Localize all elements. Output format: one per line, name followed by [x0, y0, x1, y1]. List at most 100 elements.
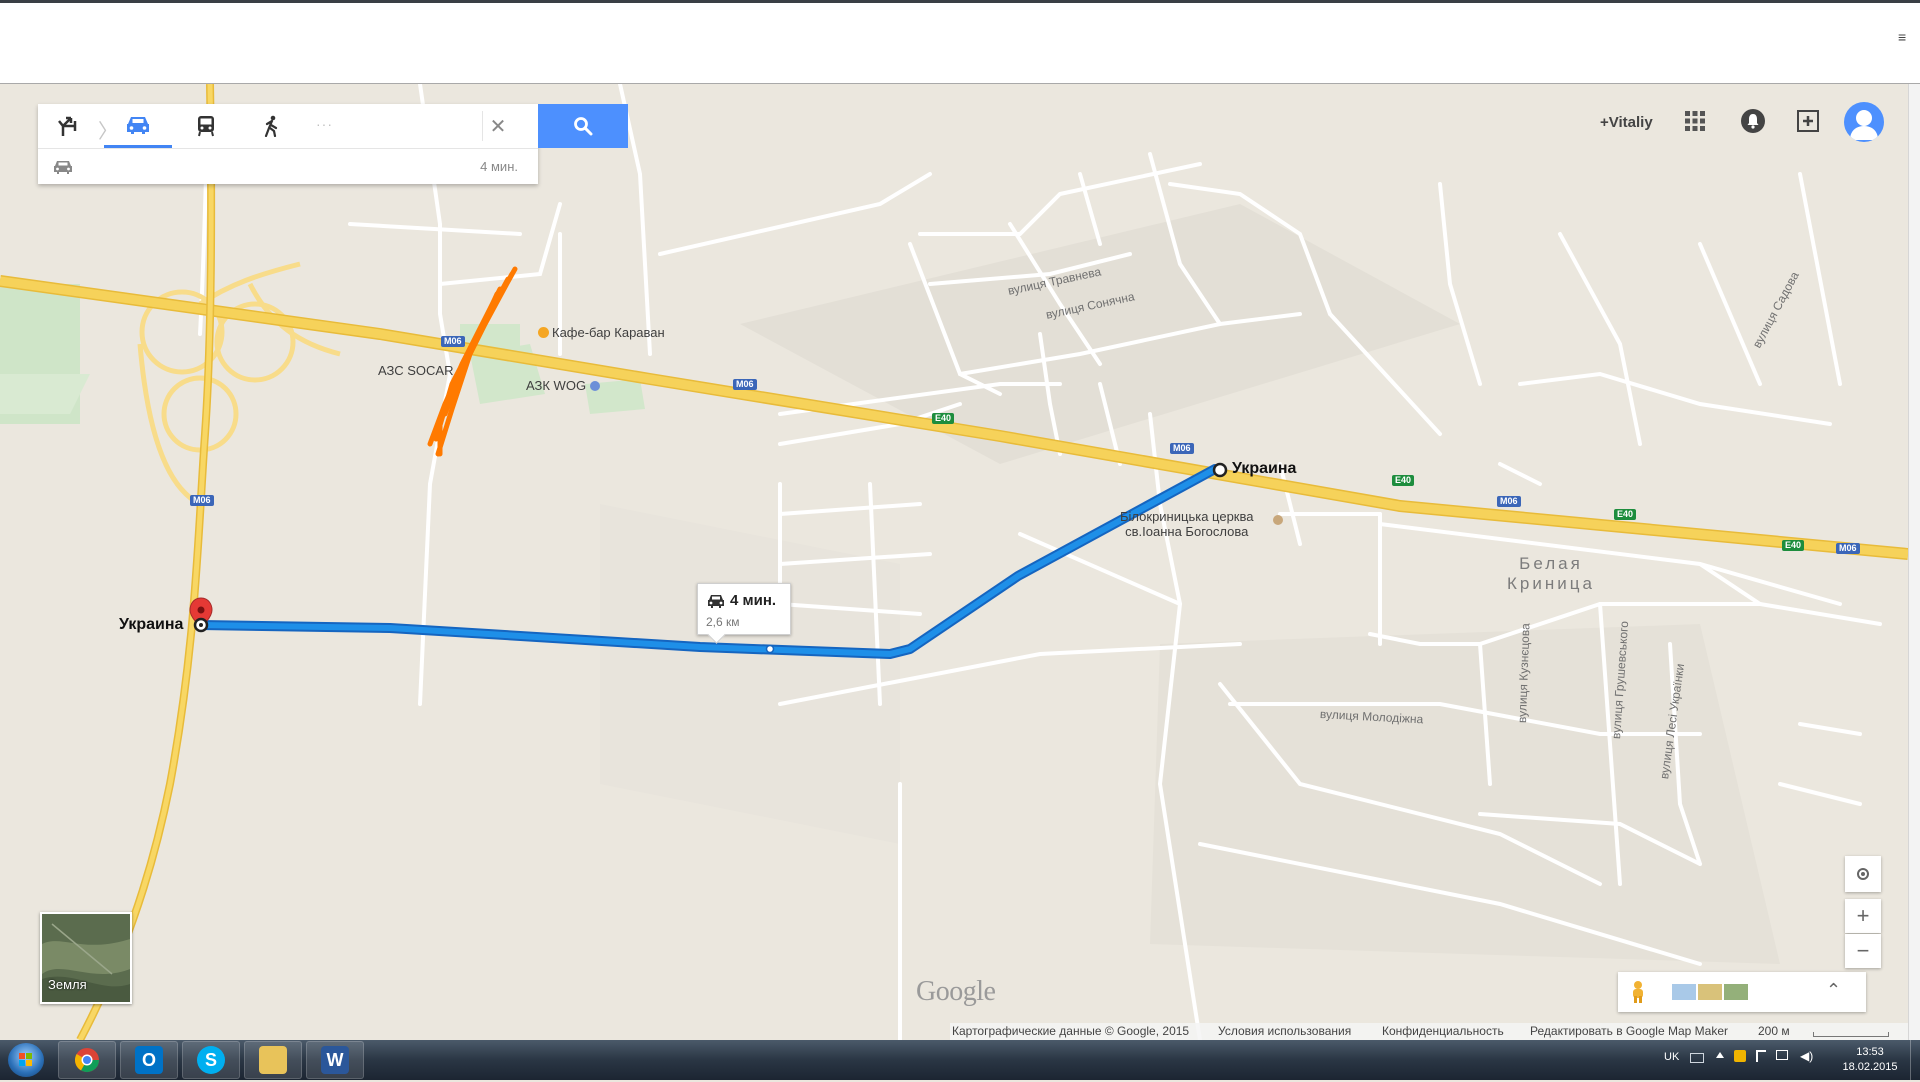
share-add-icon[interactable] [1796, 109, 1820, 133]
system-clock[interactable]: 13:53 18.02.2015 [1836, 1045, 1904, 1075]
road-badge-e40: E40 [1392, 475, 1415, 486]
account-name[interactable]: +Vitaliy [1600, 114, 1653, 131]
fuel-icon [589, 381, 600, 391]
clock-date: 18.02.2015 [1842, 1061, 1898, 1073]
car-icon [708, 595, 724, 608]
word-icon: W [321, 1046, 349, 1074]
tray-app-icon[interactable] [1734, 1050, 1746, 1062]
poi-church[interactable]: Білокриницька церква св.Іоанна Богослова [1120, 509, 1283, 539]
poi-label: Білокриницька церква [1120, 509, 1254, 524]
town-label-line: Криница [1507, 574, 1595, 593]
highway-m06-south [77, 84, 214, 1040]
map-footer: Картографические данные © Google, 2015 У… [950, 1023, 1908, 1040]
clock-time: 13:53 [1856, 1046, 1884, 1058]
copyright-text: Картографические данные © Google, 2015 [952, 1024, 1190, 1038]
pegman-icon[interactable] [1628, 980, 1648, 1004]
keyboard-icon[interactable] [1690, 1053, 1704, 1063]
map-canvas[interactable]: M06 M06 M06 M06 M06 M06 E40 E40 E40 E40 … [0, 84, 1908, 1040]
road-badge-m06: M06 [1170, 443, 1194, 454]
taskbar-explorer[interactable] [244, 1041, 302, 1079]
mode-best-route[interactable] [38, 104, 98, 148]
zoom-in-button[interactable]: + [1845, 899, 1881, 933]
poi-wog[interactable]: АЗК WOG [526, 378, 603, 393]
notifications-icon[interactable] [1740, 108, 1766, 134]
chrome-icon [74, 1048, 99, 1073]
search-icon [574, 117, 593, 136]
user-avatar-icon [1850, 110, 1878, 140]
flag-icon[interactable] [1756, 1050, 1766, 1062]
town-label-belaya-krinitsa: Белая Криница [1486, 554, 1616, 594]
walking-icon [264, 115, 278, 137]
church-icon [1273, 515, 1283, 525]
window-frame-line [0, 0, 1920, 3]
zoom-out-button[interactable]: − [1845, 934, 1881, 968]
road-badge-m06: M06 [733, 379, 757, 390]
route-info-box[interactable]: 4 мин. 2,6 км [697, 583, 791, 644]
mode-transit[interactable] [176, 104, 236, 148]
car-icon [54, 161, 72, 174]
imagery-thumb-icon[interactable] [1724, 984, 1748, 1000]
road-badge-e40: E40 [932, 413, 955, 424]
map-maker-link[interactable]: Редактировать в Google Map Maker [1530, 1024, 1728, 1038]
route-time: 4 мин. [730, 592, 777, 609]
imagery-thumb-icon[interactable] [1698, 984, 1722, 1000]
folder-icon [259, 1046, 287, 1074]
more-modes-icon[interactable]: ··· [316, 116, 333, 132]
mode-walking[interactable] [242, 104, 302, 148]
outlook-icon: O [135, 1046, 163, 1074]
privacy-link[interactable]: Конфиденциальность [1382, 1024, 1504, 1038]
taskbar-skype[interactable]: S [182, 1041, 240, 1079]
road-badge-e40: E40 [1782, 540, 1805, 551]
road-badge-m06: M06 [1497, 496, 1521, 507]
close-icon[interactable]: ✕ [482, 111, 513, 141]
route-summary-time: 4 мин. [480, 159, 518, 174]
network-icon[interactable] [1776, 1050, 1788, 1060]
input-language[interactable]: UK [1664, 1051, 1679, 1063]
windows-logo-icon [19, 1053, 32, 1066]
imagery-thumb-icon[interactable] [1672, 984, 1696, 1000]
map-base-layer [0, 84, 1908, 1040]
road-badge-e40: E40 [1614, 509, 1637, 520]
end-marker[interactable] [1212, 462, 1228, 478]
poi-label: АЗК WOG [526, 378, 587, 393]
poi-cafe-karavan[interactable]: Кафе-бар Караван [538, 325, 665, 340]
browser-menu-icon[interactable]: ≡ [1898, 30, 1912, 44]
route-distance: 2,6 км [706, 615, 740, 629]
poi-label: Кафе-бар Караван [552, 325, 665, 340]
show-desktop-button[interactable] [1910, 1040, 1920, 1080]
mode-driving[interactable] [104, 104, 172, 148]
highway-m06-south-casing [76, 84, 216, 1040]
poi-socar[interactable]: АЗС SOCAR [378, 363, 453, 378]
route-summary-row[interactable]: 4 мин. [38, 149, 538, 184]
road-badge-m06: M06 [441, 336, 465, 347]
location-icon [1857, 868, 1869, 880]
apps-grid-icon[interactable] [1684, 110, 1706, 132]
route-midpoint[interactable] [765, 644, 775, 654]
town-label-line: Белая [1519, 554, 1583, 573]
start-button[interactable] [8, 1043, 44, 1077]
search-button[interactable] [538, 104, 628, 148]
waypoint-end-label[interactable]: Украина [1232, 460, 1296, 478]
taskbar-outlook[interactable]: O [120, 1041, 178, 1079]
transit-icon [198, 116, 214, 137]
directions-icon [58, 116, 77, 136]
avatar[interactable] [1844, 102, 1884, 142]
earth-label: Земля [48, 977, 87, 992]
expand-icon[interactable]: ⌃ [1826, 980, 1841, 1000]
earth-view-toggle[interactable]: Земля [40, 912, 132, 1004]
road-badge-m06: M06 [1836, 543, 1860, 554]
map-area [600, 504, 900, 844]
scrollbar[interactable] [1908, 84, 1920, 1040]
restaurant-icon [538, 327, 549, 338]
browser-toolbar: ≡ [0, 0, 1920, 84]
my-location-button[interactable] [1845, 856, 1881, 892]
terms-link[interactable]: Условия использования [1218, 1024, 1351, 1038]
volume-icon[interactable]: ◀) [1800, 1049, 1813, 1063]
show-hidden-icons-icon[interactable] [1716, 1052, 1724, 1058]
waypoint-start-label[interactable]: Украина [119, 616, 183, 634]
taskbar-chrome[interactable] [58, 1041, 116, 1079]
taskbar-word[interactable]: W [306, 1041, 364, 1079]
poi-label: св.Іоанна Богослова [1125, 524, 1249, 539]
google-logo: Google [916, 976, 996, 1007]
road-badge-m06: M06 [190, 495, 214, 506]
